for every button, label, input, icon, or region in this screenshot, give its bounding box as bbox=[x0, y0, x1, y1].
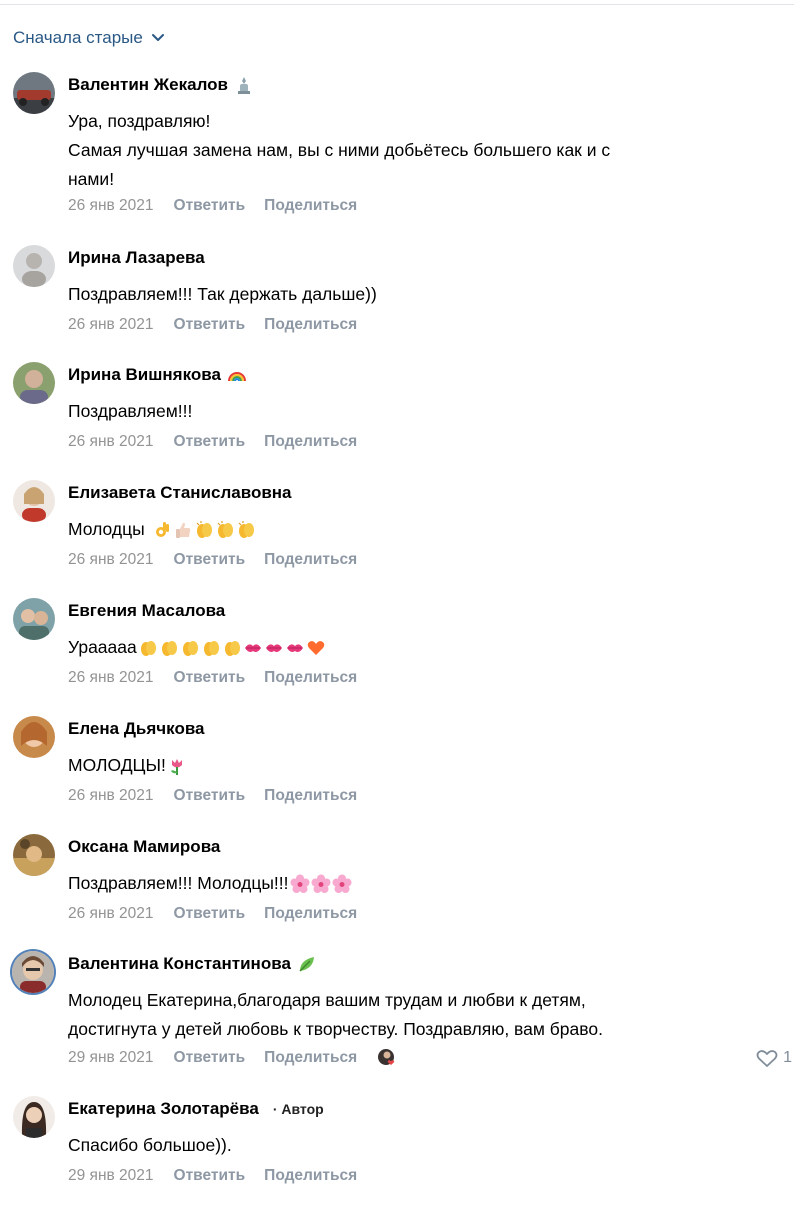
share-button[interactable]: Поделиться bbox=[264, 1167, 357, 1185]
tulip-emoji-icon bbox=[167, 756, 187, 776]
rainbow-icon bbox=[227, 365, 247, 385]
comment-text: Поздравляем!!! Так держать дальше)) bbox=[68, 284, 377, 304]
comment-text: Урааааа bbox=[68, 633, 768, 662]
comment-author[interactable]: Оксана Мамирова bbox=[68, 837, 220, 857]
avatar[interactable] bbox=[13, 1096, 55, 1138]
share-button[interactable]: Поделиться bbox=[264, 197, 357, 215]
clapping-hands-emoji-icon bbox=[138, 638, 158, 658]
like-count: 1 bbox=[783, 1049, 792, 1066]
comment-date[interactable]: 26 янв 2021 bbox=[68, 316, 154, 334]
reply-button[interactable]: Ответить bbox=[174, 669, 246, 687]
reply-button[interactable]: Ответить bbox=[174, 197, 246, 215]
comment-date[interactable]: 29 янв 2021 bbox=[68, 1167, 154, 1185]
reply-button[interactable]: Ответить bbox=[174, 787, 246, 805]
clapping-hands-emoji-icon bbox=[180, 638, 200, 658]
sort-order-dropdown[interactable]: Сначала старые bbox=[13, 27, 165, 49]
comment-author[interactable]: Елизавета Станиславовна bbox=[68, 483, 292, 503]
comment-text: Молодцы bbox=[68, 515, 768, 544]
comment-text: Ура, поздравляю! Самая лучшая замена нам… bbox=[68, 111, 611, 189]
avatar[interactable] bbox=[13, 480, 55, 522]
comment-author[interactable]: Валентина Константинова bbox=[68, 954, 291, 974]
avatar[interactable] bbox=[13, 245, 55, 287]
reply-button[interactable]: Ответить bbox=[174, 1049, 246, 1067]
comment-text: Поздравляем!!! bbox=[68, 401, 193, 421]
share-button[interactable]: Поделиться bbox=[264, 551, 357, 569]
cherry-blossom-emoji-icon bbox=[332, 874, 352, 894]
share-button[interactable]: Поделиться bbox=[264, 669, 357, 687]
kiss-mark-emoji-icon bbox=[285, 638, 305, 658]
reply-button[interactable]: Ответить bbox=[174, 433, 246, 451]
comment-date[interactable]: 26 янв 2021 bbox=[68, 905, 154, 923]
reply-button[interactable]: Ответить bbox=[174, 1167, 246, 1185]
share-button[interactable]: Поделиться bbox=[264, 905, 357, 923]
reply-button[interactable]: Ответить bbox=[174, 551, 246, 569]
heart-outline-icon bbox=[756, 1050, 778, 1067]
liker-avatar[interactable] bbox=[377, 1048, 397, 1068]
comment-item: Ирина Вишнякова Поздравляем!!! 26 янв 20… bbox=[0, 362, 794, 478]
comment-item: Валентин Жекалов Ура, поздравляю! Самая … bbox=[0, 72, 794, 214]
comment-text: Молодец Екатерина,благодаря вашим трудам… bbox=[68, 990, 603, 1039]
comment-author[interactable]: Валентин Жекалов bbox=[68, 75, 228, 95]
avatar[interactable] bbox=[12, 951, 54, 993]
avatar[interactable] bbox=[13, 362, 55, 404]
comment-item: Елена Дьячкова МОЛОДЦЫ! 26 янв 2021 Отве… bbox=[0, 716, 794, 832]
avatar[interactable] bbox=[13, 834, 55, 876]
comment-item: Валентина Константинова Молодец Екатерин… bbox=[0, 951, 794, 1067]
comment-item: Екатерина Золотарёва · Автор Спасибо бол… bbox=[0, 1096, 794, 1212]
avatar[interactable] bbox=[13, 598, 55, 640]
comment-author[interactable]: Елена Дьячкова bbox=[68, 719, 205, 739]
comment-date[interactable]: 26 янв 2021 bbox=[68, 669, 154, 687]
comment-date[interactable]: 26 янв 2021 bbox=[68, 787, 154, 805]
author-status-emoji-icon bbox=[234, 75, 254, 95]
top-divider bbox=[0, 4, 794, 5]
chevron-down-icon bbox=[151, 34, 164, 41]
like-button[interactable]: 1 bbox=[755, 1048, 792, 1068]
cherry-blossom-emoji-icon bbox=[311, 874, 331, 894]
avatar[interactable] bbox=[13, 716, 55, 758]
avatar[interactable] bbox=[13, 72, 55, 114]
clapping-hands-emoji-icon bbox=[194, 520, 214, 540]
comment-item: Ирина Лазарева Поздравляем!!! Так держат… bbox=[0, 245, 794, 361]
cherry-blossom-emoji-icon bbox=[290, 874, 310, 894]
comment-text: МОЛОДЦЫ! bbox=[68, 751, 768, 780]
comment-author[interactable]: Евгения Масалова bbox=[68, 601, 225, 621]
comment-date[interactable]: 26 янв 2021 bbox=[68, 197, 154, 215]
comment-author[interactable]: Ирина Лазарева bbox=[68, 248, 205, 268]
thumbs-up-emoji-icon bbox=[173, 520, 193, 540]
reply-button[interactable]: Ответить bbox=[174, 905, 246, 923]
share-button[interactable]: Поделиться bbox=[264, 787, 357, 805]
comment-text: Спасибо большое)). bbox=[68, 1135, 232, 1155]
comment-text: Поздравляем!!! Молодцы!!! bbox=[68, 869, 768, 898]
comment-date[interactable]: 26 янв 2021 bbox=[68, 551, 154, 569]
ok-hand-emoji-icon bbox=[152, 520, 172, 540]
comment-item: Елизавета Станиславовна Молодцы 26 янв 2… bbox=[0, 480, 794, 596]
clapping-hands-emoji-icon bbox=[236, 520, 256, 540]
clapping-hands-emoji-icon bbox=[215, 520, 235, 540]
share-button[interactable]: Поделиться bbox=[264, 316, 357, 334]
clapping-hands-emoji-icon bbox=[159, 638, 179, 658]
sort-order-label: Сначала старые bbox=[13, 28, 143, 47]
kiss-mark-emoji-icon bbox=[264, 638, 284, 658]
leaf-icon bbox=[297, 954, 317, 974]
comment-date[interactable]: 29 янв 2021 bbox=[68, 1049, 154, 1067]
comment-item: Оксана Мамирова Поздравляем!!! Молодцы!!… bbox=[0, 834, 794, 950]
comment-author[interactable]: Ирина Вишнякова bbox=[68, 365, 221, 385]
share-button[interactable]: Поделиться bbox=[264, 433, 357, 451]
comment-item: Евгения Масалова Урааааа 26 янв 2021 Отв… bbox=[0, 598, 794, 714]
kiss-mark-emoji-icon bbox=[243, 638, 263, 658]
share-button[interactable]: Поделиться bbox=[264, 1049, 357, 1067]
comment-author[interactable]: Екатерина Золотарёва bbox=[68, 1099, 259, 1119]
heart-emoji-icon bbox=[306, 638, 326, 658]
clapping-hands-emoji-icon bbox=[222, 638, 242, 658]
clapping-hands-emoji-icon bbox=[201, 638, 221, 658]
reply-button[interactable]: Ответить bbox=[174, 316, 246, 334]
comment-date[interactable]: 26 янв 2021 bbox=[68, 433, 154, 451]
author-badge: · Автор bbox=[272, 1101, 324, 1117]
